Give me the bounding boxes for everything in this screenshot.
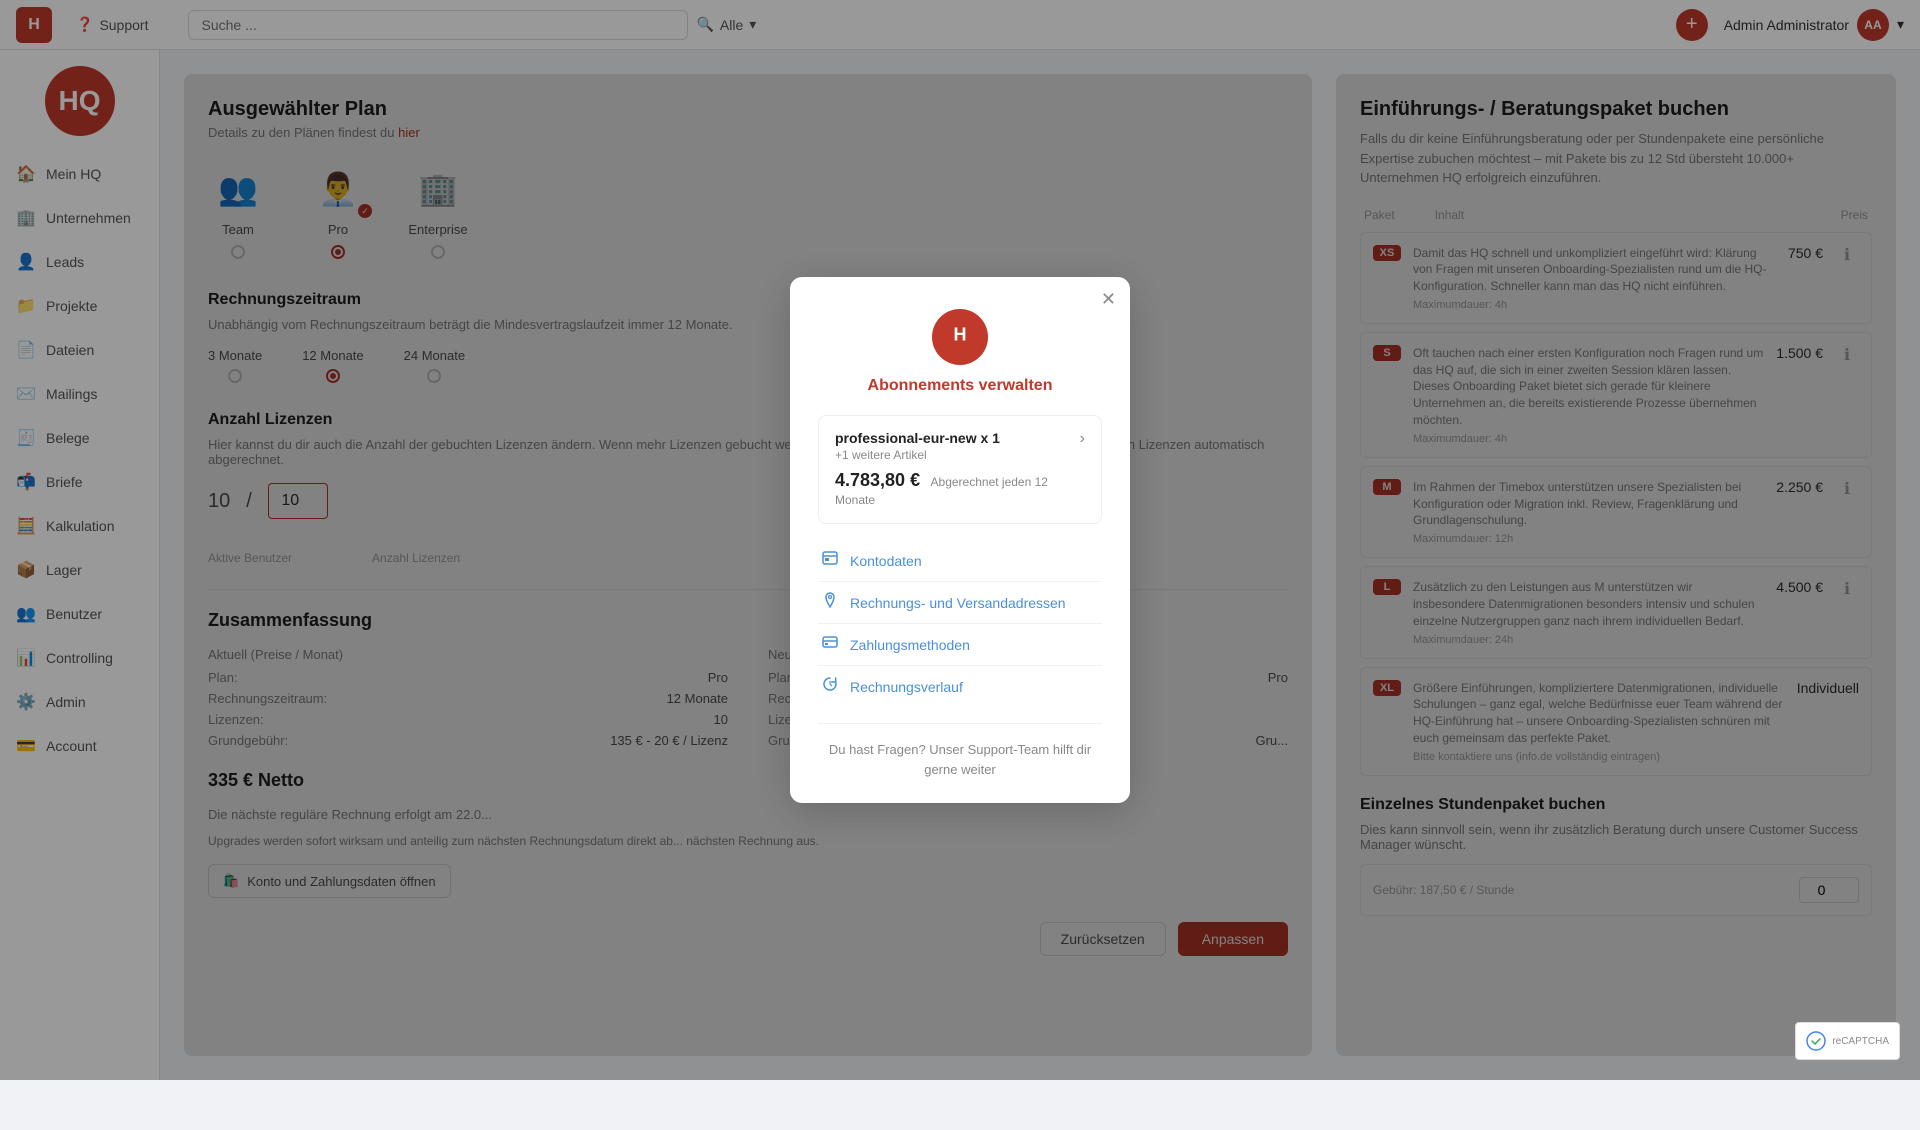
modal-footer-text: Du hast Fragen? Unser Support-Team hilft…	[829, 742, 1091, 777]
subscription-name: professional-eur-new x 1	[835, 430, 1080, 446]
recaptcha-label: reCAPTCHA	[1832, 1036, 1889, 1047]
subscription-card[interactable]: professional-eur-new x 1 +1 weitere Arti…	[818, 415, 1102, 524]
subscription-main: professional-eur-new x 1 +1 weitere Arti…	[835, 430, 1085, 509]
menu-item-rechnungsverlauf[interactable]: Rechnungsverlauf	[818, 666, 1102, 707]
modal-footer: Du hast Fragen? Unser Support-Team hilft…	[818, 723, 1102, 779]
recaptcha-badge: reCAPTCHA	[1795, 1022, 1900, 1060]
modal-title: Abonnements verwalten	[818, 377, 1102, 395]
subscription-extra: +1 weitere Artikel	[835, 448, 1080, 462]
svg-text:H: H	[954, 324, 967, 344]
menu-item-zahlungsmethoden[interactable]: Zahlungsmethoden	[818, 624, 1102, 666]
history-icon	[822, 676, 838, 697]
rechnungsverlauf-label: Rechnungsverlauf	[850, 679, 963, 695]
modal-logo: H	[932, 309, 988, 365]
payment-icon	[822, 634, 838, 655]
subscription-price-area: 4.783,80 € Abgerechnet jeden 12 Monate	[835, 470, 1080, 509]
menu-item-rechnungs-versand[interactable]: Rechnungs- und Versandadressen	[818, 582, 1102, 624]
subscription-price: 4.783,80 €	[835, 470, 920, 490]
address-icon	[822, 592, 838, 613]
subscription-arrow[interactable]: ›	[1080, 430, 1085, 448]
modal-logo-text: H	[944, 318, 976, 357]
zahlungsmethoden-label: Zahlungsmethoden	[850, 637, 970, 653]
modal-close-button[interactable]: ✕	[1101, 289, 1116, 310]
menu-item-kontodaten[interactable]: Kontodaten	[818, 540, 1102, 582]
subscription-info: professional-eur-new x 1 +1 weitere Arti…	[835, 430, 1080, 509]
rechnungs-versand-label: Rechnungs- und Versandadressen	[850, 595, 1066, 611]
modal: ✕ H Abonnements verwalten professional-e…	[790, 277, 1130, 803]
kontodaten-label: Kontodaten	[850, 553, 922, 569]
modal-menu: Kontodaten Rechnungs- und Versandadresse…	[818, 540, 1102, 707]
modal-overlay[interactable]: ✕ H Abonnements verwalten professional-e…	[0, 0, 1920, 1080]
recaptcha-icon	[1806, 1031, 1826, 1051]
kontodaten-icon	[822, 550, 838, 571]
